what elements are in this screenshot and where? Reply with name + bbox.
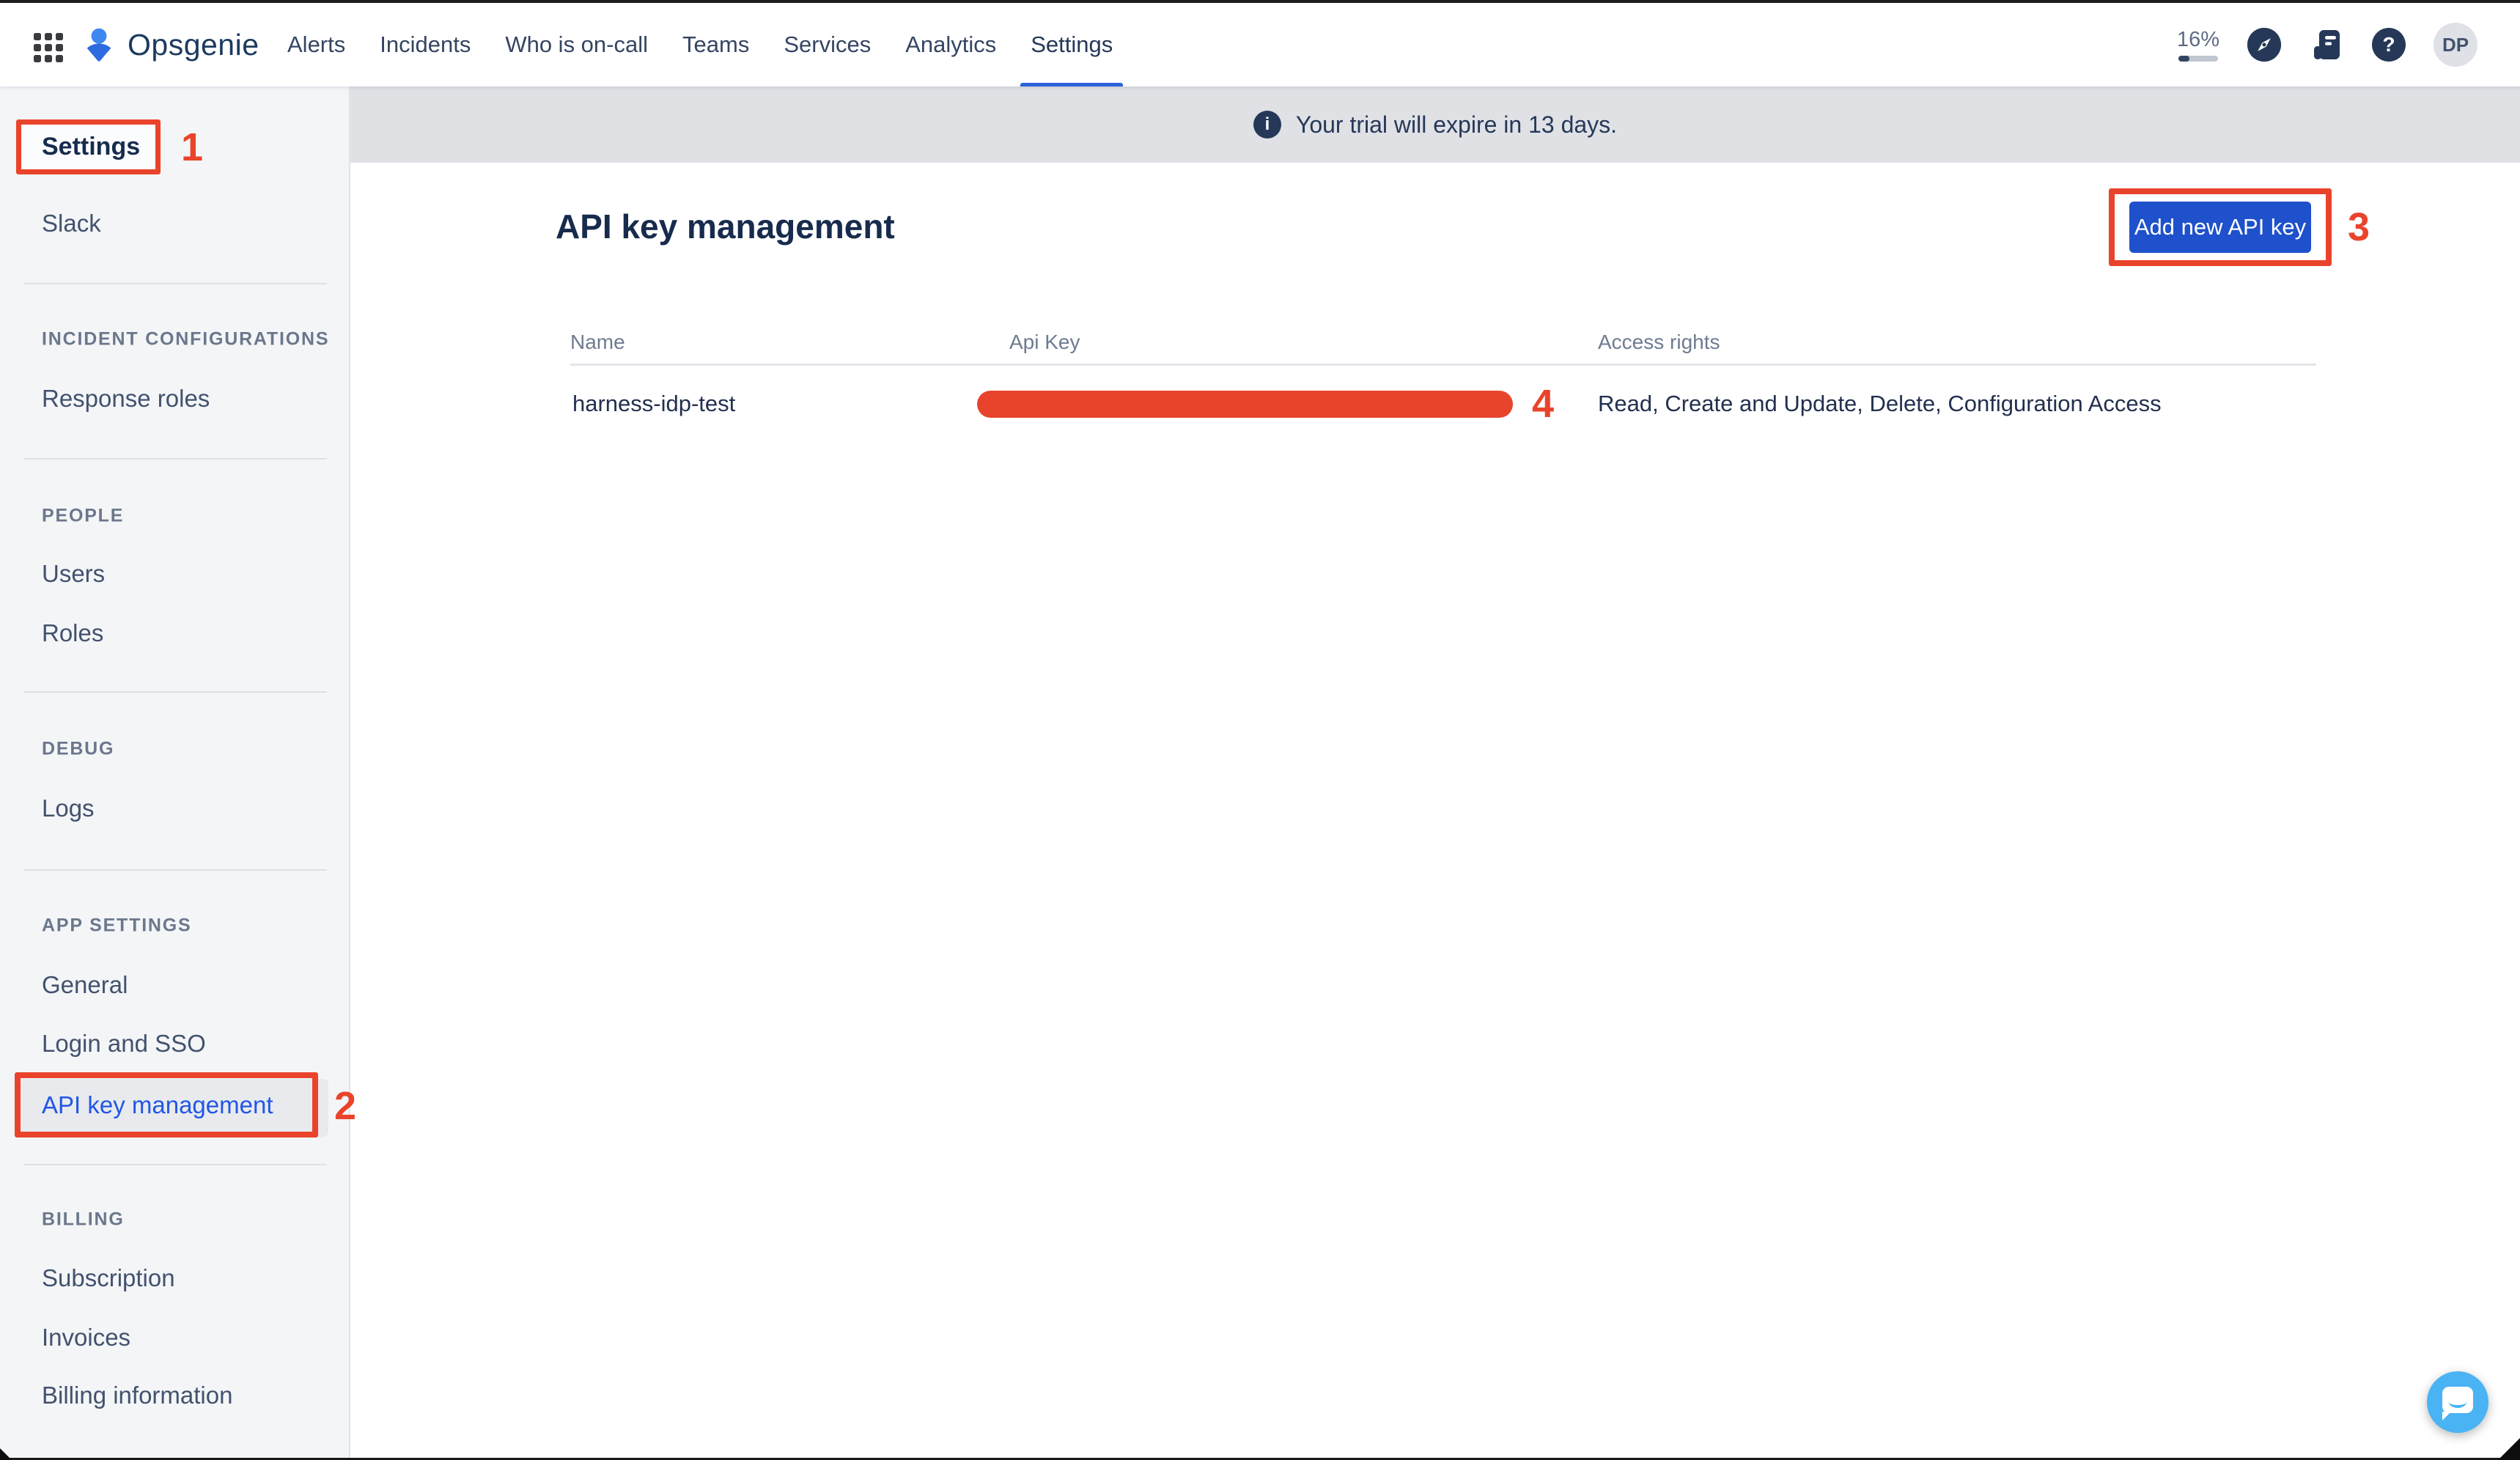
sidebar-item-response-roles[interactable]: Response roles: [42, 385, 210, 413]
annotation-number-1: 1: [181, 125, 203, 170]
nav-item-incidents[interactable]: Incidents: [380, 3, 471, 86]
sidebar-section-incident-configurations: INCIDENT CONFIGURATIONS: [42, 329, 329, 350]
api-key-name-cell: harness-idp-test: [572, 391, 735, 417]
sidebar-divider: [23, 458, 327, 460]
nav-item-services[interactable]: Services: [784, 3, 871, 86]
access-rights-cell: Read, Create and Update, Delete, Configu…: [1598, 391, 2162, 417]
column-header-name: Name: [570, 331, 625, 354]
api-key-redacted-bar: [977, 391, 1513, 418]
sidebar-divider: [23, 691, 327, 693]
annotation-box-3: Add new API key: [2109, 188, 2332, 266]
sidebar-item-subscription[interactable]: Subscription: [42, 1264, 175, 1292]
sidebar-item-slack[interactable]: Slack: [42, 210, 101, 237]
annotation-number-2: 2: [334, 1083, 356, 1129]
sidebar-section-debug: DEBUG: [42, 739, 114, 760]
sidebar-section-app-settings: APP SETTINGS: [42, 915, 192, 937]
opsgenie-mark-icon: [81, 26, 117, 64]
trial-percent-label: 16%: [2177, 28, 2219, 52]
trial-progress-fill: [2178, 56, 2189, 62]
chat-smile-icon: [2449, 1396, 2466, 1408]
changelog-icon[interactable]: [2309, 26, 2344, 63]
help-icon[interactable]: ?: [2372, 28, 2406, 62]
nav-item-teams[interactable]: Teams: [682, 3, 749, 86]
sidebar-divider: [23, 283, 327, 284]
sidebar-item-settings[interactable]: Settings: [42, 133, 140, 161]
annotation-number-4: 4: [1532, 381, 1554, 427]
top-nav-bar: Opsgenie Alerts Incidents Who is on-call…: [0, 3, 2520, 86]
opsgenie-logo[interactable]: Opsgenie: [81, 3, 259, 86]
chat-bubble-tail: [2442, 1412, 2451, 1420]
sidebar-item-users[interactable]: Users: [42, 560, 105, 588]
active-tab-underline: [1020, 83, 1123, 86]
sidebar-item-login-and-sso[interactable]: Login and SSO: [42, 1030, 206, 1058]
add-new-api-key-button[interactable]: Add new API key: [2129, 202, 2311, 253]
trial-progress-indicator[interactable]: 16%: [2177, 28, 2219, 62]
nav-item-settings[interactable]: Settings: [1031, 3, 1113, 86]
sidebar-item-general[interactable]: General: [42, 971, 128, 999]
sidebar-divider: [23, 869, 327, 871]
nav-item-who-is-on-call[interactable]: Who is on-call: [505, 3, 648, 86]
trial-expiry-banner: i Your trial will expire in 13 days.: [350, 86, 2520, 163]
sidebar-item-api-key-management[interactable]: API key management: [42, 1091, 273, 1119]
sidebar-item-billing-information[interactable]: Billing information: [42, 1382, 232, 1409]
chat-launcher-button[interactable]: [2427, 1371, 2488, 1433]
nav-item-analytics[interactable]: Analytics: [905, 3, 996, 86]
trial-progress-track: [2178, 56, 2218, 62]
primary-nav: Alerts Incidents Who is on-call Teams Se…: [287, 3, 1113, 86]
sidebar-item-roles[interactable]: Roles: [42, 619, 103, 647]
topnav-right-cluster: 16% ? DP: [2177, 3, 2477, 86]
sidebar-section-people: PEOPLE: [42, 506, 124, 527]
column-header-access-rights: Access rights: [1598, 331, 1720, 354]
user-avatar[interactable]: DP: [2434, 23, 2477, 67]
page-title: API key management: [556, 207, 895, 246]
table-header-divider: [570, 364, 2316, 366]
settings-sidebar: [0, 86, 350, 1460]
window-corner-bottom-left: [0, 1448, 12, 1460]
column-header-api-key: Api Key: [1009, 331, 1080, 354]
app-switcher-icon[interactable]: [34, 33, 63, 62]
annotation-box-1: Settings: [16, 119, 161, 174]
sidebar-section-billing: BILLING: [42, 1209, 125, 1231]
chat-bubble-icon: [2442, 1387, 2473, 1413]
window-corner-bottom-right: [2498, 1438, 2520, 1460]
nav-item-alerts[interactable]: Alerts: [287, 3, 345, 86]
sidebar-item-invoices[interactable]: Invoices: [42, 1324, 130, 1352]
sidebar-item-logs[interactable]: Logs: [42, 794, 95, 822]
info-icon: i: [1253, 111, 1281, 139]
product-name: Opsgenie: [128, 28, 259, 62]
annotation-number-3: 3: [2348, 204, 2370, 250]
trial-expiry-text: Your trial will expire in 13 days.: [1296, 111, 1617, 139]
sidebar-divider: [23, 1164, 327, 1165]
whats-new-compass-icon[interactable]: [2247, 28, 2281, 62]
